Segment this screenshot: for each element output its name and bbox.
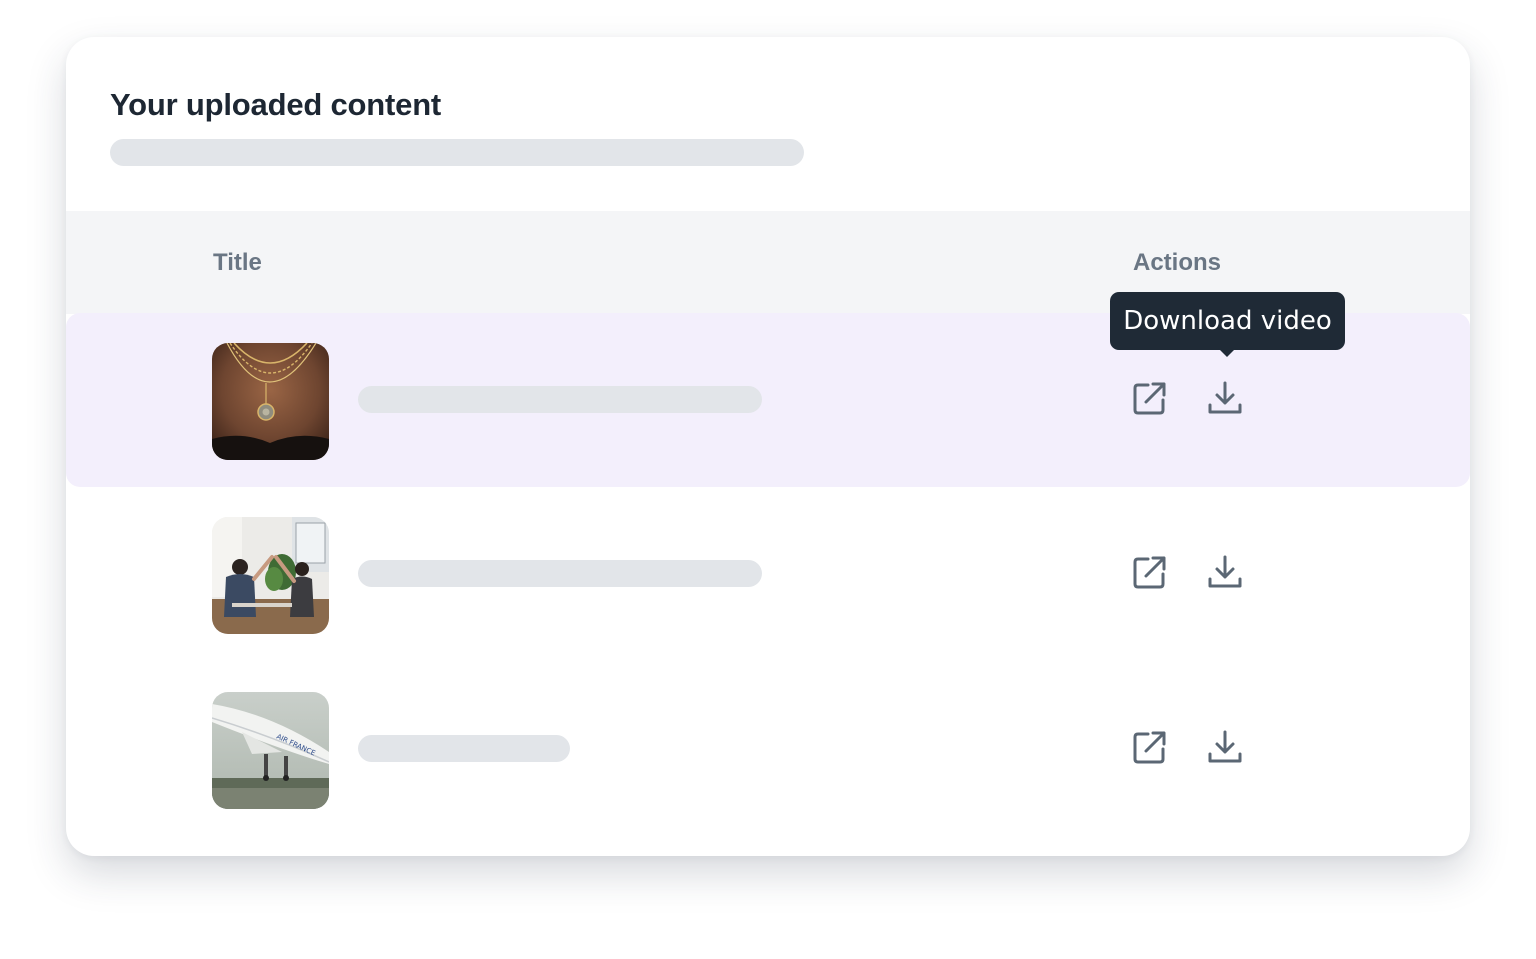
download-button[interactable] [1206, 379, 1244, 417]
thumbnail-office[interactable] [212, 517, 329, 634]
open-external-button[interactable] [1131, 553, 1169, 591]
subtitle-placeholder [110, 139, 804, 166]
card-title: Your uploaded content [110, 87, 442, 122]
open-external-button[interactable] [1131, 728, 1169, 766]
column-header-title: Title [213, 249, 262, 276]
download-icon [1208, 381, 1242, 414]
download-tooltip: Download video [1110, 292, 1345, 350]
row-title-placeholder [358, 560, 762, 587]
open-external-icon [1133, 556, 1166, 589]
download-button[interactable] [1206, 553, 1244, 591]
thumbnail-airplane[interactable]: AIR FRANCE [212, 692, 329, 809]
open-external-button[interactable] [1131, 379, 1169, 417]
row-title-placeholder [358, 735, 570, 762]
thumbnail-necklace[interactable] [212, 343, 329, 460]
download-button[interactable] [1206, 728, 1244, 766]
open-external-icon [1133, 382, 1166, 415]
table-row[interactable]: AIR FRANCE [66, 662, 1470, 836]
row-title-placeholder [358, 386, 762, 413]
table-row[interactable] [66, 487, 1470, 661]
open-external-icon [1133, 731, 1166, 764]
uploaded-content-card: Your uploaded content Title Actions AIR … [66, 37, 1470, 856]
download-icon [1208, 555, 1242, 588]
tooltip-arrow [1218, 348, 1236, 357]
download-icon [1208, 730, 1242, 763]
column-header-actions: Actions [1133, 249, 1222, 276]
